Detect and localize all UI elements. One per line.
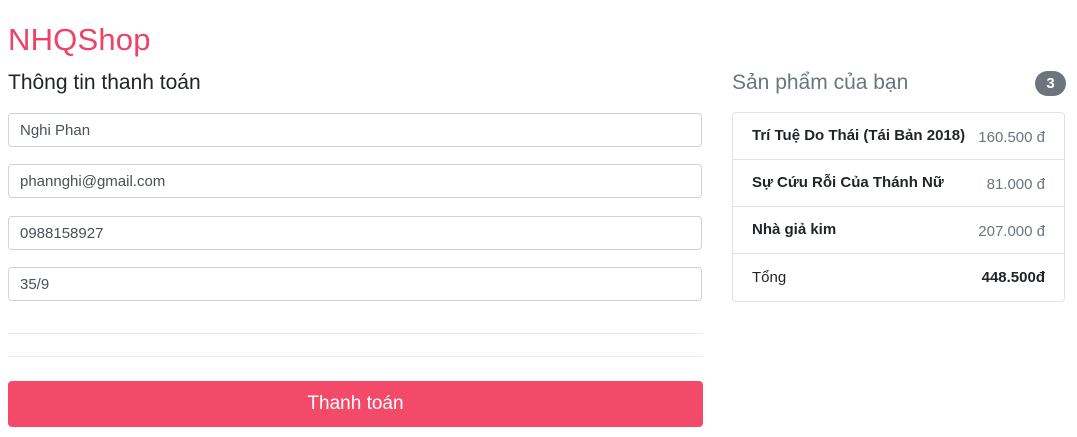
cart-item-name: Nhà giả kim [752,221,837,238]
cart-item: Sự Cứu Rỗi Của Thánh Nữ 81.000 đ [733,160,1064,207]
divider [8,356,703,357]
cart-item: Nhà giả kim 207.000 đ [733,207,1064,254]
cart-item-name: Sự Cứu Rỗi Của Thánh Nữ [752,174,944,191]
cart-item: Trí Tuệ Do Thái (Tái Bản 2018) 160.500 đ [733,113,1064,160]
cart-item-name: Trí Tuệ Do Thái (Tái Bản 2018) [752,127,966,144]
full-name-input[interactable] [8,113,702,147]
cart-list: Trí Tuệ Do Thái (Tái Bản 2018) 160.500 đ… [732,112,1065,302]
cart-item-price: 81.000 đ [986,176,1045,193]
cart-title: Sản phẩm của bạn [732,71,909,94]
cart-total-label: Tổng [752,269,787,286]
divider [8,333,703,334]
cart-item-price: 207.000 đ [978,223,1045,240]
brand-logo[interactable]: NHQShop [8,22,151,58]
cart-count-badge: 3 [1035,71,1066,96]
address-input[interactable] [8,267,702,301]
email-input[interactable] [8,164,702,198]
cart-total-value: 448.500đ [981,269,1045,286]
pay-button[interactable]: Thanh toán [8,381,703,427]
phone-input[interactable] [8,216,702,250]
billing-title: Thông tin thanh toán [8,71,201,94]
cart-item-price: 160.500 đ [978,129,1045,146]
cart-total-row: Tổng 448.500đ [733,254,1064,301]
